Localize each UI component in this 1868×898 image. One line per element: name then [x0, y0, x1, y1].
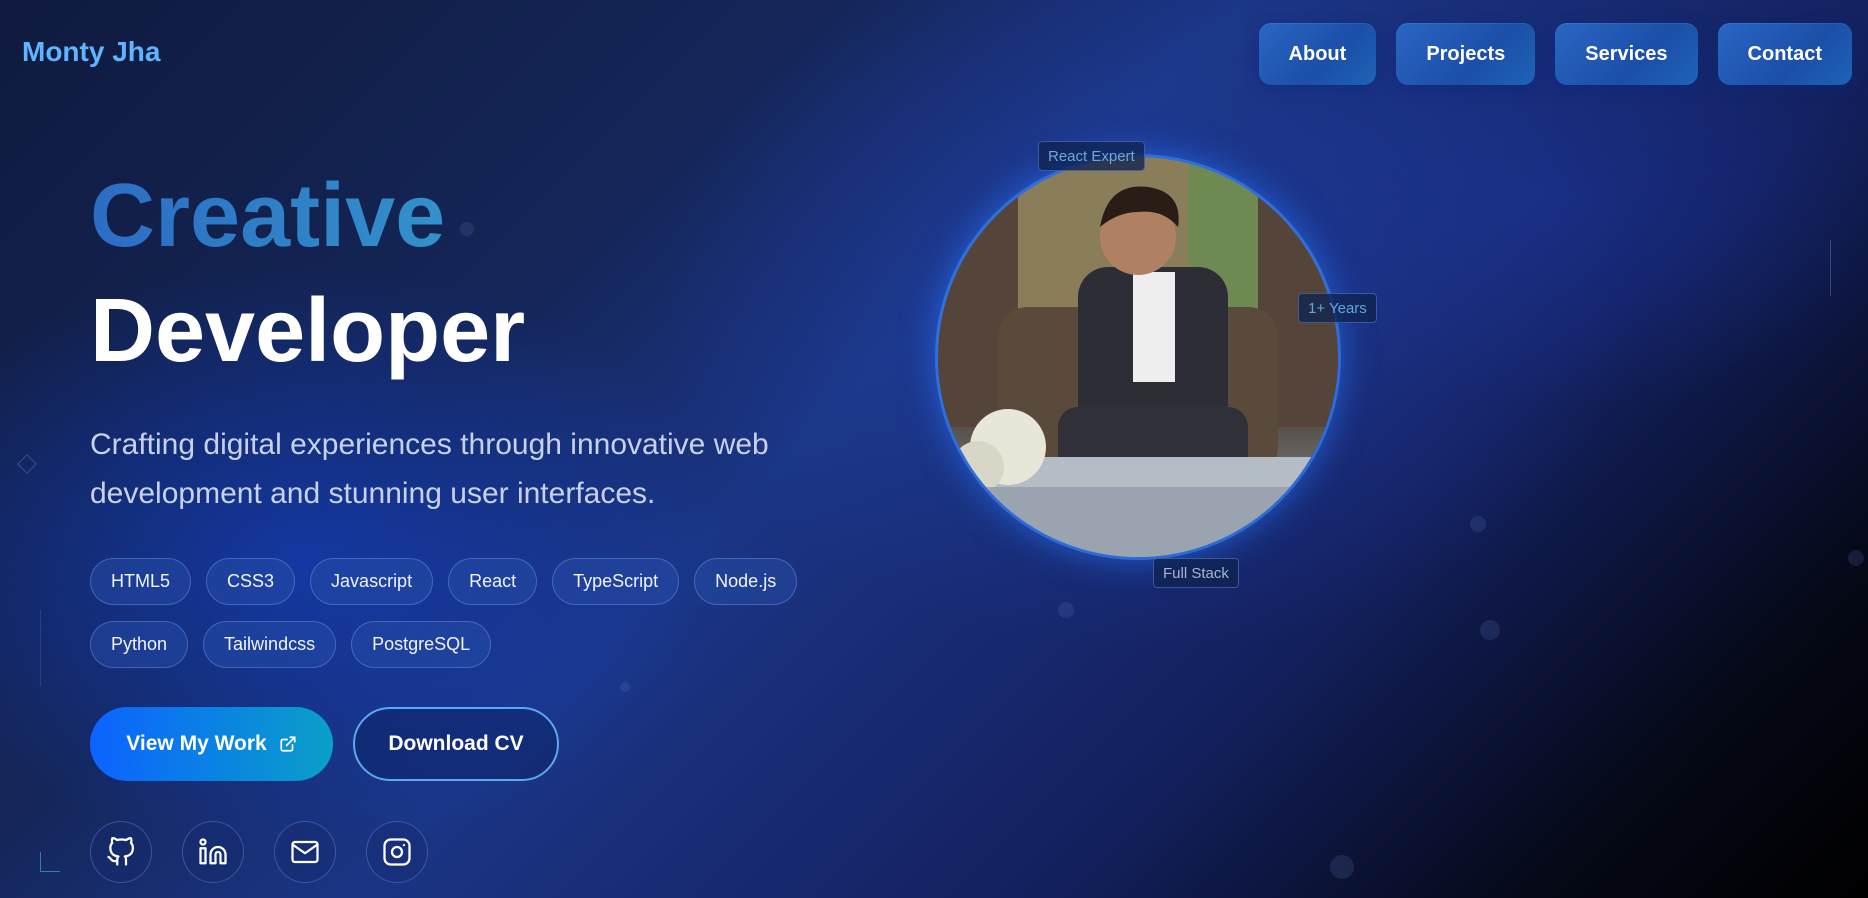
skill-chip: Python [90, 621, 189, 668]
skill-chip: Node.js [694, 558, 798, 605]
nav-projects-button[interactable]: Projects [1396, 23, 1536, 85]
decor-line [1830, 240, 1831, 296]
skill-chip: PostgreSQL [351, 621, 492, 668]
experience-badge: 1+ Years [1298, 293, 1377, 323]
github-link[interactable] [90, 821, 152, 883]
github-icon [107, 837, 134, 866]
nav-contact-button[interactable]: Contact [1717, 23, 1852, 85]
skill-chip: React [448, 558, 538, 605]
brand-logo[interactable]: Monty Jha [22, 36, 160, 68]
instagram-link[interactable] [366, 821, 428, 883]
decor-dot [460, 222, 474, 236]
hero-subtitle: Crafting digital experiences through inn… [90, 428, 769, 510]
decor-dot [1470, 516, 1486, 532]
view-my-work-button[interactable]: View My Work [90, 707, 333, 781]
decor-line [40, 610, 41, 686]
nav-services-button[interactable]: Services [1555, 23, 1698, 85]
instagram-icon [383, 838, 411, 866]
skill-chip: Javascript [310, 558, 434, 605]
social-links [90, 821, 428, 883]
decor-dot [1058, 602, 1074, 618]
nav-about-button[interactable]: About [1258, 23, 1377, 85]
decor-dot [1330, 855, 1354, 879]
decor-dot [620, 682, 630, 692]
hero-title-developer: Developer [90, 281, 526, 381]
full-stack-badge: Full Stack [1153, 558, 1239, 588]
view-my-work-label: View My Work [126, 732, 267, 755]
mail-icon [291, 840, 319, 864]
external-link-icon [280, 736, 296, 752]
decor-corner [40, 852, 60, 872]
skill-chip: Tailwindcss [203, 621, 337, 668]
profile-photo-illustration [938, 157, 1338, 557]
decor-diamond [17, 454, 37, 474]
profile-photo [938, 157, 1338, 557]
skill-chips: HTML5 CSS3 Javascript React TypeScript N… [90, 558, 890, 668]
react-expert-badge: React Expert [1038, 141, 1145, 171]
skill-chip: HTML5 [90, 558, 192, 605]
decor-dot [1848, 550, 1864, 566]
mail-link[interactable] [274, 821, 336, 883]
top-nav: About Projects Services Contact [1258, 23, 1852, 85]
download-cv-button[interactable]: Download CV [353, 707, 559, 781]
decor-dot [1480, 620, 1500, 640]
hero-title-creative: Creative [90, 166, 446, 266]
linkedin-link[interactable] [182, 821, 244, 883]
linkedin-icon [199, 838, 227, 865]
skill-chip: CSS3 [206, 558, 296, 605]
skill-chip: TypeScript [552, 558, 680, 605]
